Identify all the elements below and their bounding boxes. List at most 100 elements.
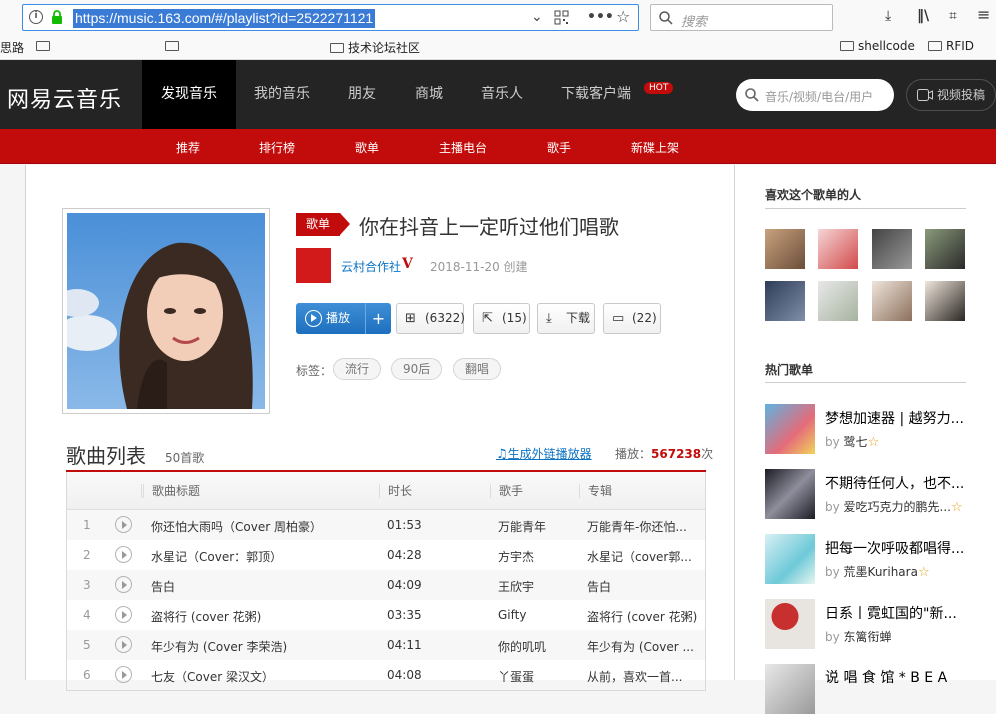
hot-playlist-cover[interactable] — [765, 469, 815, 519]
screenshot-icon[interactable]: ⌗ — [949, 8, 957, 24]
song-title[interactable]: 你还怕大雨吗（Cover 周柏豪） — [151, 518, 376, 535]
author-link[interactable]: 爱吃巧克力的鹏先... — [844, 500, 951, 514]
subnav-new-albums[interactable]: 新碟上架 — [631, 139, 679, 156]
bookmark-folder-shellcode[interactable]: shellcode — [840, 39, 915, 53]
table-row[interactable]: 1 你还怕大雨吗（Cover 周柏豪） 01:53 万能青年 万能青年-你还怕.… — [67, 510, 705, 540]
song-album[interactable]: 告白 — [587, 578, 702, 595]
tag-cover[interactable]: 翻唱 — [453, 358, 502, 380]
play-button[interactable]: 播放 + — [296, 303, 391, 334]
song-artist[interactable]: Gifty — [498, 608, 578, 622]
table-row[interactable]: 3 告白 04:09 王欣宇 告白 — [67, 570, 705, 600]
fan-avatar[interactable] — [925, 229, 965, 269]
play-song-icon[interactable] — [115, 606, 132, 623]
song-title[interactable]: 年少有为 (Cover 李荣浩) — [151, 638, 376, 655]
author-link[interactable]: 东篱衔蝉 — [844, 630, 892, 644]
fan-avatar[interactable] — [872, 229, 912, 269]
qr-code-icon[interactable] — [554, 10, 569, 25]
table-row[interactable]: 2 水星记（Cover：郭顶） 04:28 方宇杰 水星记（cover郭... — [67, 540, 705, 570]
outer-player-link[interactable]: ♫生成外链播放器 — [496, 445, 592, 462]
tag-90s[interactable]: 90后 — [391, 358, 443, 380]
bookmark-folder-forum[interactable]: 技术论坛社区 — [330, 39, 420, 56]
nav-discover[interactable]: 发现音乐 — [142, 60, 236, 129]
song-title[interactable]: 告白 — [151, 578, 376, 595]
table-row[interactable]: 6 七友（Cover 梁汉文） 04:08 丫蛋蛋 从前，喜欢一首... — [67, 660, 705, 690]
nav-my-music[interactable]: 我的音乐 — [240, 60, 324, 129]
play-song-icon[interactable] — [115, 666, 132, 683]
play-song-icon[interactable] — [115, 576, 132, 593]
add-to-queue-button[interactable]: + — [365, 303, 391, 334]
fan-avatar[interactable] — [818, 229, 858, 269]
hot-playlist-cover[interactable] — [765, 664, 815, 714]
song-title[interactable]: 盗将行 (cover 花粥) — [151, 608, 376, 625]
song-title[interactable]: 水星记（Cover：郭顶） — [151, 548, 376, 565]
nav-friends[interactable]: 朋友 — [330, 60, 394, 129]
fan-avatar[interactable] — [925, 281, 965, 321]
chevron-down-icon[interactable]: ⌄ — [531, 9, 543, 25]
hot-playlist-name[interactable]: 说 唱 食 馆 * B E A — [825, 667, 947, 687]
bookmark-folder[interactable] — [165, 39, 183, 53]
hot-playlist-cover[interactable] — [765, 534, 815, 584]
bookmark-folder[interactable] — [36, 39, 54, 53]
fan-avatar[interactable] — [818, 281, 858, 321]
song-album[interactable]: 盗将行 (cover 花粥) — [587, 608, 702, 625]
song-artist[interactable]: 你的叽叽 — [498, 638, 578, 655]
fan-avatar[interactable] — [765, 281, 805, 321]
subnav-radio[interactable]: 主播电台 — [439, 139, 487, 156]
play-song-icon[interactable] — [115, 516, 132, 533]
url-text[interactable]: https://music.163.com/#/playlist?id=2522… — [73, 9, 376, 28]
nav-store[interactable]: 商城 — [398, 60, 460, 129]
song-album[interactable]: 万能青年-你还怕... — [587, 518, 702, 535]
hot-playlist-cover[interactable] — [765, 404, 815, 454]
comment-button[interactable]: ▭ (22) — [603, 303, 661, 334]
fan-avatar[interactable] — [765, 229, 805, 269]
subnav-artists[interactable]: 歌手 — [547, 139, 571, 156]
menu-icon[interactable]: ≡ — [977, 5, 990, 24]
author-link[interactable]: 鹭七 — [844, 435, 868, 449]
song-artist[interactable]: 万能青年 — [498, 518, 578, 535]
table-row[interactable]: 4 盗将行 (cover 花粥) 03:35 Gifty 盗将行 (cover … — [67, 600, 705, 630]
bookmark-item[interactable]: 思路 — [0, 39, 24, 56]
browser-search-input[interactable]: 搜索 — [650, 4, 833, 31]
more-icon[interactable]: ••• — [587, 9, 614, 25]
song-album[interactable]: 年少有为 (Cover ... — [587, 638, 702, 655]
song-artist[interactable]: 王欣宇 — [498, 578, 578, 595]
site-logo[interactable]: 网易云音乐 — [7, 82, 122, 114]
song-album[interactable]: 从前，喜欢一首... — [587, 668, 702, 685]
star-bookmark-icon[interactable]: ☆ — [616, 7, 630, 26]
collect-button[interactable]: ⊞ (6322) — [396, 303, 465, 334]
hot-playlist-name[interactable]: 梦想加速器 | 越努力... — [825, 408, 964, 428]
table-row[interactable]: 5 年少有为 (Cover 李荣浩) 04:11 你的叽叽 年少有为 (Cove… — [67, 630, 705, 660]
info-icon[interactable]: i — [29, 10, 43, 24]
video-upload-button[interactable]: 视频投稿 — [906, 79, 996, 111]
subnav-charts[interactable]: 排行榜 — [259, 139, 295, 156]
download-button[interactable]: ⤓ 下载 — [537, 303, 595, 334]
song-artist[interactable]: 方宇杰 — [498, 548, 578, 565]
subnav-playlists[interactable]: 歌单 — [355, 139, 379, 156]
hot-playlist-name[interactable]: 不期待任何人，也不... — [825, 473, 964, 493]
song-album[interactable]: 水星记（cover郭... — [587, 548, 702, 565]
creator-avatar[interactable] — [296, 248, 331, 283]
hot-playlist-name[interactable]: 把每一次呼吸都唱得... — [825, 538, 964, 558]
fan-avatar[interactable] — [872, 281, 912, 321]
play-count: 567238 — [651, 447, 702, 461]
nav-musician[interactable]: 音乐人 — [468, 60, 536, 129]
share-button[interactable]: ⇱ (15) — [473, 303, 530, 334]
tag-pop[interactable]: 流行 — [333, 358, 382, 380]
author-link[interactable]: 荒墨Kurihara — [844, 565, 918, 579]
hot-playlist-cover[interactable] — [765, 599, 815, 649]
site-search-input[interactable]: 音乐/视频/电台/用户 — [736, 79, 894, 111]
song-artist[interactable]: 丫蛋蛋 — [498, 668, 578, 685]
bookmark-folder-rfid[interactable]: RFID — [928, 39, 974, 53]
play-song-icon[interactable] — [115, 546, 132, 563]
play-count-unit: 次 — [701, 447, 714, 461]
song-title[interactable]: 七友（Cover 梁汉文） — [151, 668, 376, 685]
play-song-icon[interactable] — [115, 636, 132, 653]
creator-name-link[interactable]: 云村合作社 — [341, 258, 401, 275]
subnav-recommend[interactable]: 推荐 — [176, 139, 200, 156]
star-icon: ☆ — [867, 435, 880, 450]
library-icon[interactable]: ‖\ — [917, 8, 929, 24]
nav-download-client[interactable]: 下载客户端 — [548, 60, 644, 129]
address-bar[interactable]: i https://music.163.com/#/playlist?id=25… — [22, 4, 639, 31]
download-icon[interactable]: ⤓ — [885, 8, 891, 24]
hot-playlist-name[interactable]: 日系丨霓虹国的"新... — [825, 603, 957, 623]
